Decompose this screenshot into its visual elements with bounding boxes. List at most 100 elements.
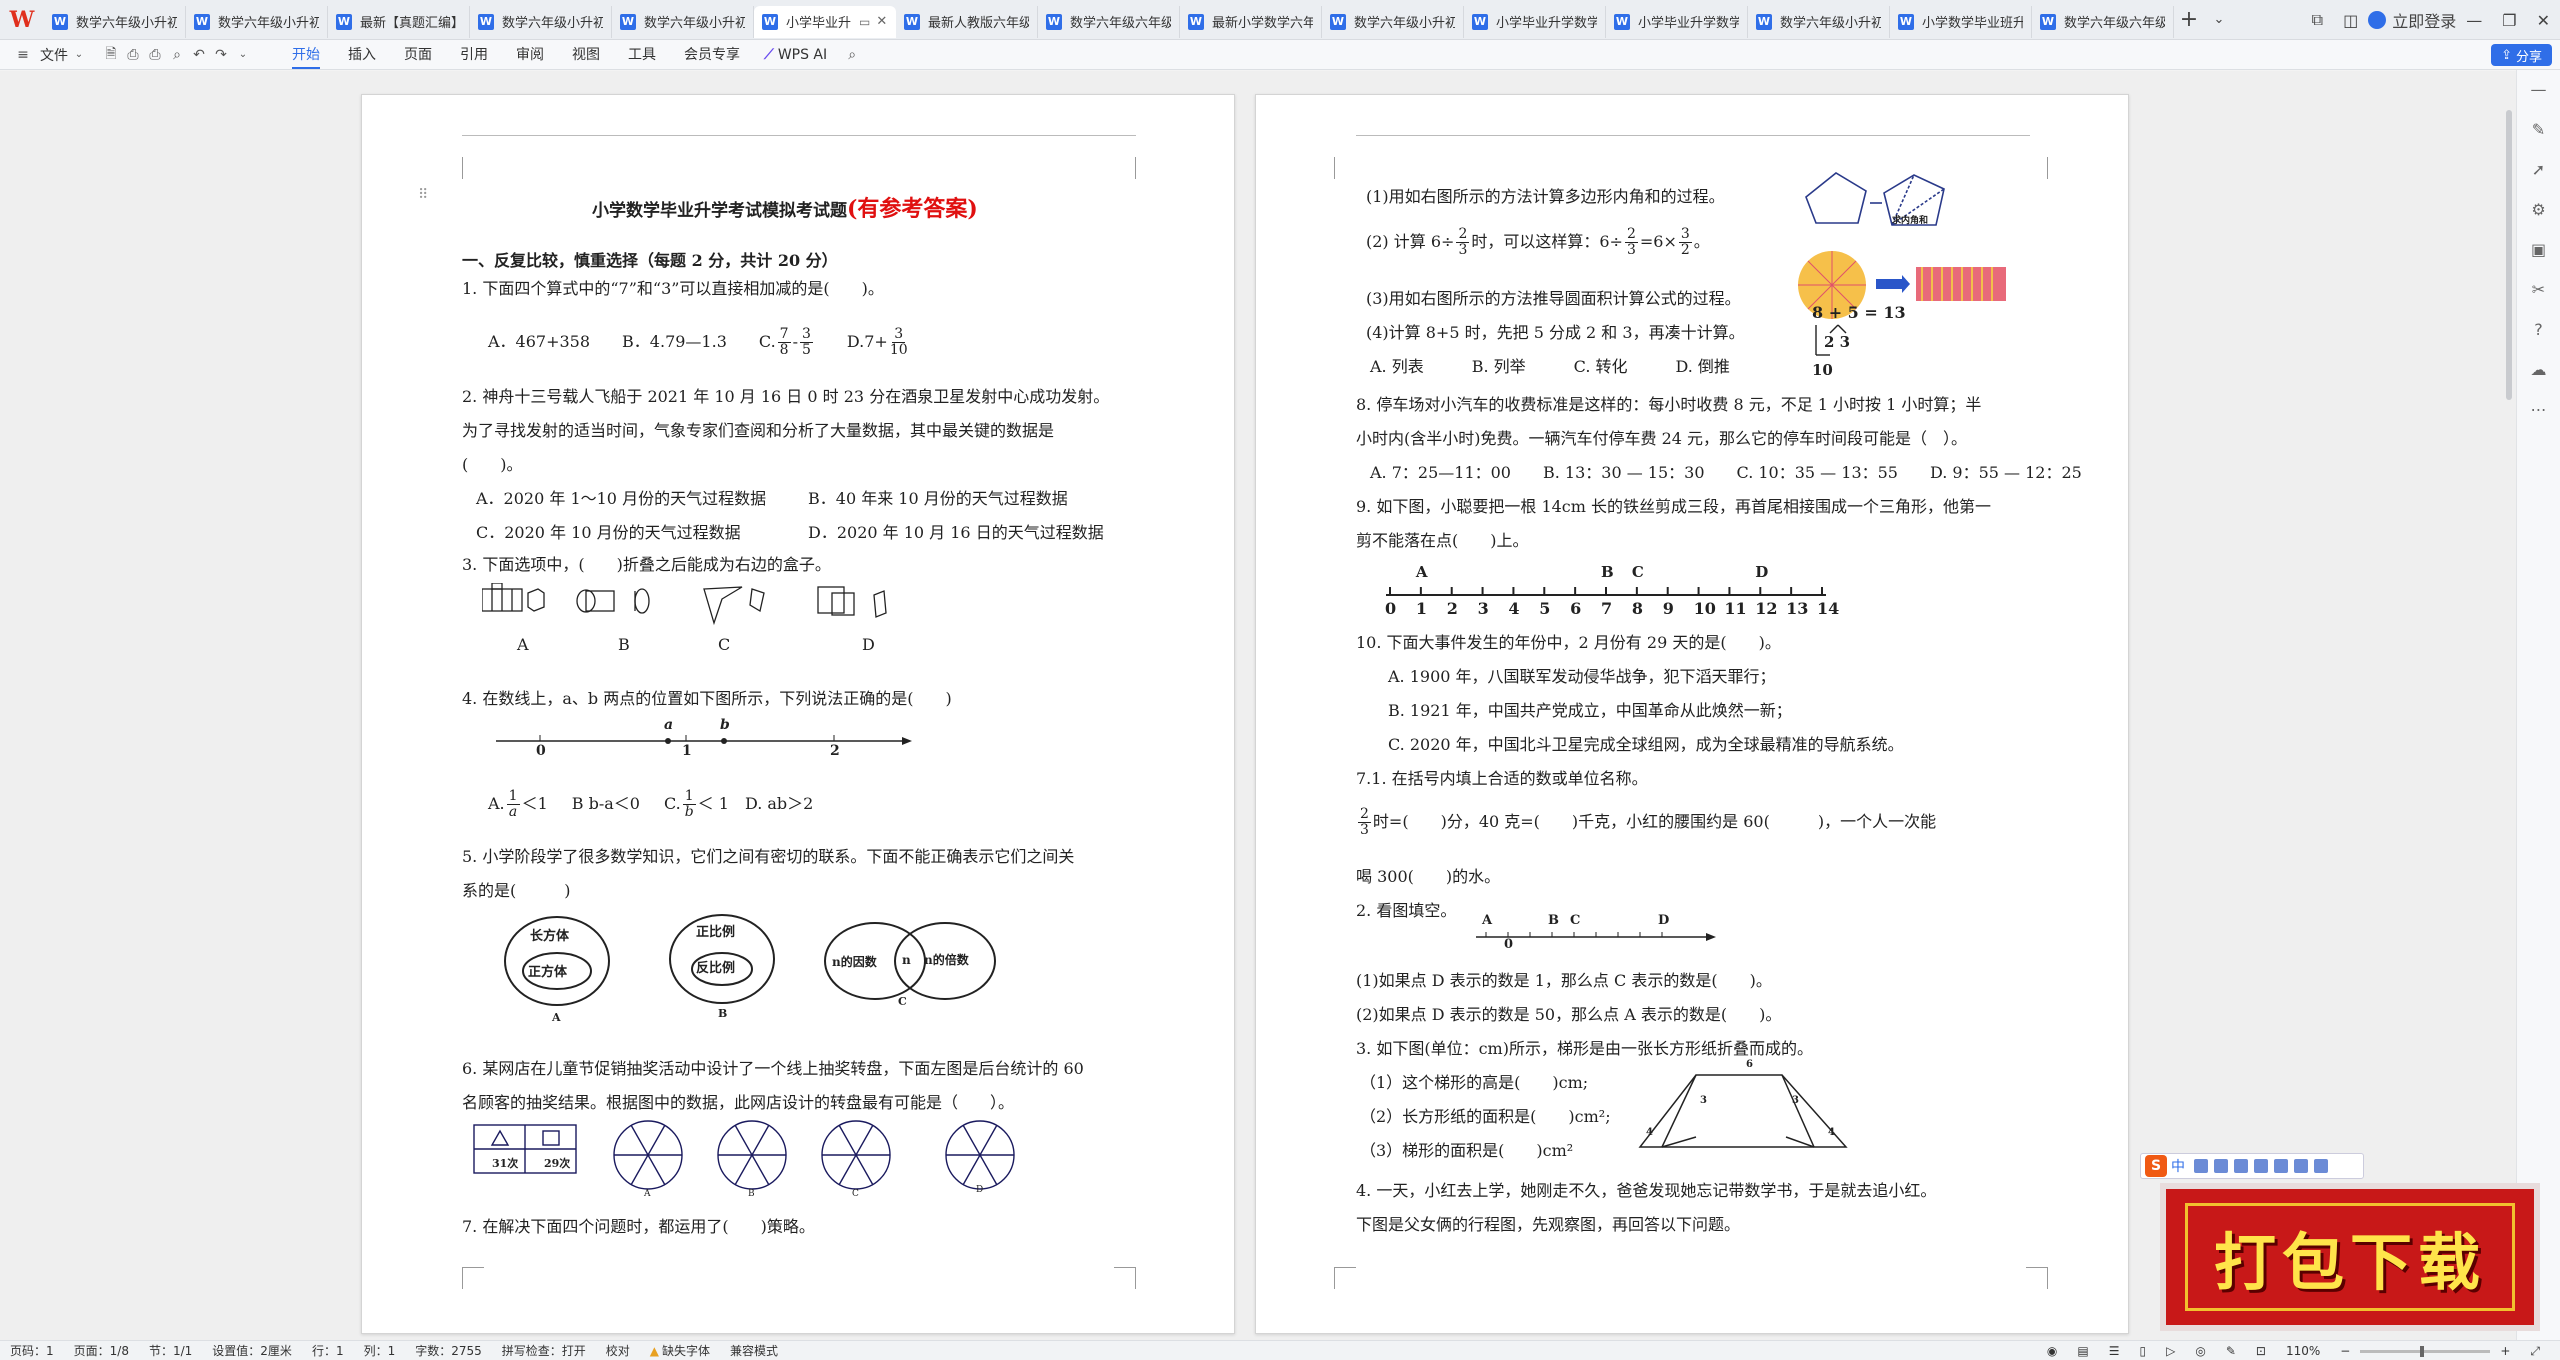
ribbon-tab[interactable]: 审阅 bbox=[516, 41, 544, 69]
restore-window-icon[interactable]: ⧉ bbox=[2312, 10, 2323, 30]
ime-toolbar[interactable]: S 中 bbox=[2140, 1153, 2364, 1179]
status-words[interactable]: 字数：2755 bbox=[415, 1342, 482, 1359]
hamburger-icon[interactable]: ≡ bbox=[12, 47, 34, 63]
search-icon[interactable]: ⌕ bbox=[841, 47, 863, 63]
venn-label: 正比例 bbox=[696, 925, 736, 940]
zoom-slider[interactable] bbox=[2360, 1345, 2491, 1357]
status-section[interactable]: 节：1/1 bbox=[149, 1342, 192, 1359]
zoom-handle[interactable] bbox=[2420, 1345, 2425, 1357]
ribbon-tab[interactable]: 页面 bbox=[404, 41, 432, 69]
zoom-out-icon[interactable]: − bbox=[2340, 1344, 2350, 1358]
doc-tab[interactable]: W 数学六年级六年级 bbox=[2032, 5, 2174, 38]
fill-section-heading: 7.1. 在括号内填上合适的数或单位名称。 bbox=[1356, 769, 1648, 788]
tab-list-chevron-icon[interactable]: ⌄ bbox=[2204, 12, 2234, 27]
punctuation-icon[interactable] bbox=[2194, 1159, 2208, 1173]
zoom-level[interactable]: 110% bbox=[2286, 1344, 2320, 1358]
help-icon[interactable]: ? bbox=[2517, 310, 2560, 350]
edit-icon[interactable]: ✎ bbox=[2226, 1344, 2236, 1358]
doc-tab[interactable]: W 数学六年级小升初 bbox=[1322, 5, 1464, 38]
login-button[interactable]: 立即登录 bbox=[2368, 8, 2456, 32]
ribbon-tab[interactable]: 工具 bbox=[628, 41, 656, 69]
save-icon[interactable]: 🗎 bbox=[100, 43, 122, 67]
outline-view-icon[interactable]: ☰ bbox=[2109, 1344, 2120, 1358]
doc-tab[interactable]: W 最新人教版六年级 bbox=[896, 5, 1038, 38]
q9-tick-label: 3 bbox=[1477, 599, 1489, 618]
download-banner[interactable]: 打包下载 bbox=[2160, 1183, 2540, 1331]
doc-tab[interactable]: W 小学毕业升 ▭ ✕ bbox=[754, 5, 896, 38]
more-icon[interactable]: ⋯ bbox=[2517, 390, 2560, 430]
maximize-icon[interactable]: ❐ bbox=[2502, 11, 2516, 30]
ribbon-tab[interactable]: 会员专享 bbox=[684, 41, 740, 69]
status-col[interactable]: 列：1 bbox=[364, 1342, 396, 1359]
select-icon[interactable]: ➚ bbox=[2517, 150, 2560, 190]
doc-tab[interactable]: W 小学毕业升学数学 bbox=[1464, 5, 1606, 38]
settings-icon[interactable] bbox=[2314, 1159, 2328, 1173]
fit-icon[interactable]: ⊡ bbox=[2256, 1344, 2266, 1358]
read-mode-icon[interactable]: ▯ bbox=[2140, 1344, 2147, 1358]
new-tab-button[interactable]: + bbox=[2174, 7, 2204, 32]
ribbon-tab[interactable]: 开始 bbox=[292, 41, 320, 69]
redo-icon[interactable]: ↷ bbox=[210, 47, 232, 63]
q6-option: D bbox=[976, 1185, 984, 1195]
print-preview-icon[interactable]: ⌕ bbox=[166, 47, 188, 63]
tools-icon[interactable]: ✂ bbox=[2517, 270, 2560, 310]
ribbon-tab[interactable]: 插入 bbox=[348, 41, 376, 69]
web-view-icon[interactable]: ◎ bbox=[2195, 1344, 2205, 1358]
tab-label: 小学毕业升 bbox=[786, 16, 852, 31]
doc-tab[interactable]: W 最新小学数学六年 bbox=[1180, 5, 1322, 38]
collapse-icon[interactable]: — bbox=[2517, 70, 2560, 110]
ribbon-tab[interactable]: 视图 bbox=[572, 41, 600, 69]
tab-monitor-icon[interactable]: ▭ bbox=[859, 15, 870, 29]
undo-icon[interactable]: ↶ bbox=[188, 47, 210, 63]
doc-tab[interactable]: W 最新【真题汇编】 bbox=[328, 5, 470, 38]
more-chevron-icon[interactable]: ⌄ bbox=[232, 49, 254, 60]
doc-tab[interactable]: W 数学六年级六年级 bbox=[1038, 5, 1180, 38]
doc-tab[interactable]: W 小学毕业升学数学 bbox=[1606, 5, 1748, 38]
wps-ai-button[interactable]: ⟋ WPS AI bbox=[764, 47, 827, 63]
ime-language[interactable]: 中 bbox=[2171, 1156, 2185, 1176]
grid-icon[interactable] bbox=[2294, 1159, 2308, 1173]
cloud-icon[interactable]: ☁ bbox=[2517, 350, 2560, 390]
doc-tab[interactable]: W 数学六年级小升初 bbox=[186, 5, 328, 38]
status-page[interactable]: 页码：1 bbox=[10, 1342, 54, 1359]
status-missing-font[interactable]: ▲ 缺失字体 bbox=[650, 1342, 710, 1359]
status-proof[interactable]: 校对 bbox=[606, 1342, 630, 1359]
vertical-scrollbar[interactable] bbox=[2506, 110, 2512, 400]
status-row[interactable]: 行：1 bbox=[312, 1342, 344, 1359]
toolbox-icon[interactable] bbox=[2274, 1159, 2288, 1173]
voice-icon[interactable] bbox=[2214, 1159, 2228, 1173]
status-setting[interactable]: 设置值：2厘米 bbox=[212, 1342, 292, 1359]
keyboard-icon[interactable] bbox=[2234, 1159, 2248, 1173]
zoom-in-icon[interactable]: + bbox=[2500, 1344, 2510, 1358]
q9-tick-label: 2 bbox=[1446, 599, 1458, 618]
file-menu[interactable]: 文件 bbox=[40, 45, 68, 65]
question-6-line-1: 6. 某网店在儿童节促销抽奖活动中设计了一个线上抽奖转盘，下面左图是后台统计的 … bbox=[462, 1059, 1084, 1078]
drag-handle-icon[interactable]: ⠿ bbox=[418, 187, 428, 203]
strategy-item-1: (1)用如右图所示的方法计算多边形内角和的过程。 bbox=[1366, 187, 1725, 206]
page-view-icon[interactable]: ▤ bbox=[2077, 1344, 2088, 1358]
status-pages[interactable]: 页面：1/8 bbox=[74, 1342, 129, 1359]
doc-tab[interactable]: W 数学六年级小升初 bbox=[470, 5, 612, 38]
doc-tab[interactable]: W 数学六年级小升初 bbox=[1748, 5, 1890, 38]
ribbon-tab[interactable]: 引用 bbox=[460, 41, 488, 69]
doc-tab[interactable]: W 小学数学毕业班升 bbox=[1890, 5, 2032, 38]
wps-logo-icon[interactable]: W bbox=[0, 0, 44, 40]
play-icon[interactable]: ▷ bbox=[2166, 1344, 2175, 1358]
pen-icon[interactable]: ✎ bbox=[2517, 110, 2560, 150]
status-spell[interactable]: 拼写检查：打开 bbox=[502, 1342, 586, 1359]
skin-icon[interactable]: ◫ bbox=[2343, 11, 2358, 30]
skin-icon[interactable] bbox=[2254, 1159, 2268, 1173]
fullscreen-icon[interactable]: ⤢ bbox=[2530, 1344, 2540, 1359]
minimize-icon[interactable]: — bbox=[2466, 11, 2482, 30]
doc-tab[interactable]: W 数学六年级小升初 bbox=[612, 5, 754, 38]
share-button[interactable]: ⇪ 分享 bbox=[2491, 44, 2552, 66]
export-icon[interactable]: ⎙ bbox=[122, 47, 144, 63]
tab-close-icon[interactable]: ✕ bbox=[876, 14, 887, 29]
print-icon[interactable]: ⎙ bbox=[144, 47, 166, 63]
chevron-down-icon[interactable]: ⌄ bbox=[68, 49, 90, 60]
close-window-icon[interactable]: ✕ bbox=[2537, 11, 2550, 30]
doc-tab[interactable]: W 数学六年级小升初 bbox=[44, 5, 186, 38]
image-icon[interactable]: ▣ bbox=[2517, 230, 2560, 270]
settings-sliders-icon[interactable]: ⚙ bbox=[2517, 190, 2560, 230]
eye-protect-icon[interactable]: ◉ bbox=[2047, 1344, 2057, 1358]
